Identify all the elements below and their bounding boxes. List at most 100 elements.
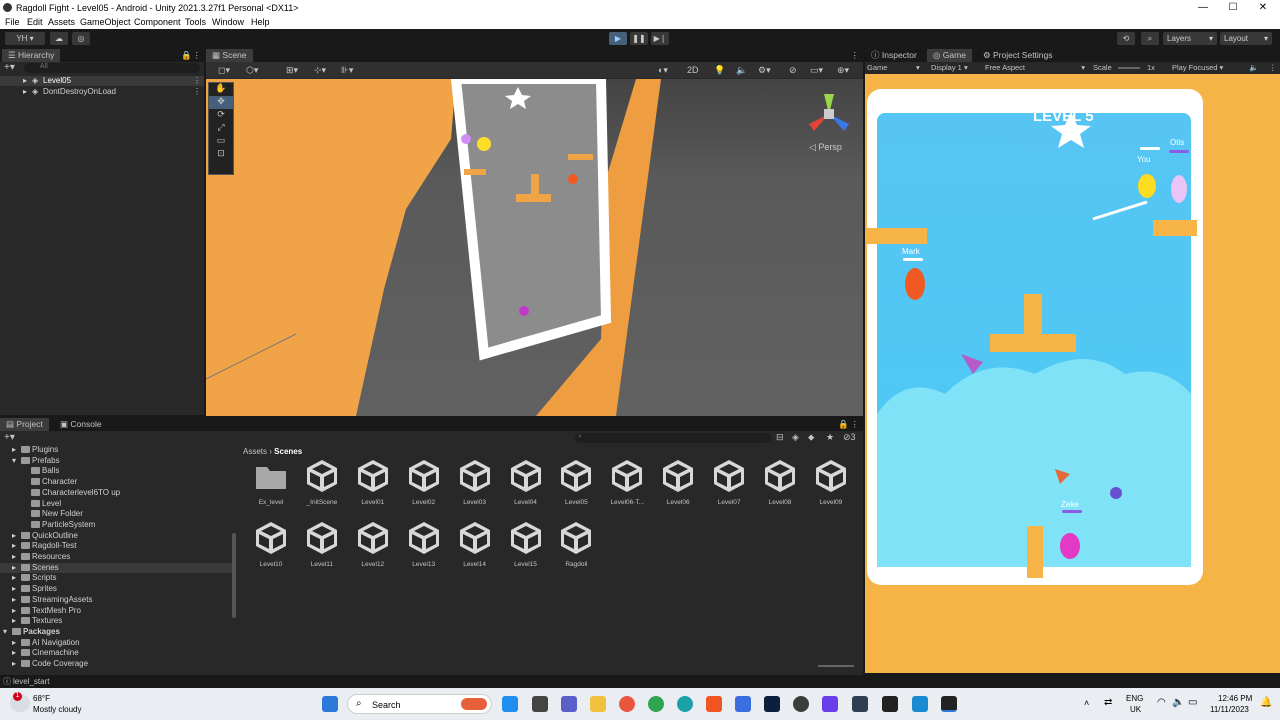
tag-icon[interactable]: ⬥ [808,432,814,443]
scene-asset[interactable]: Level03 [452,457,498,506]
notepad-icon[interactable] [912,696,928,712]
menu-tools[interactable]: Tools [185,17,206,27]
expand-arrow-icon[interactable]: ▸ [12,531,16,540]
scale-tool-icon[interactable]: ⤢ [209,122,233,135]
tree-item[interactable]: Balls [0,466,232,476]
play-focused-dropdown[interactable]: Play Focused ▾ [1172,63,1223,72]
rotate-tool-icon[interactable]: ⟳ [209,109,233,122]
expand-arrow-icon[interactable]: ▸ [23,76,27,85]
tab-hierarchy[interactable]: ☰ Hierarchy [2,49,61,62]
scene-asset[interactable]: Level01 [350,457,396,506]
kebab-menu-icon[interactable]: ⋮ [193,76,201,85]
vscode-icon[interactable] [852,696,868,712]
clock-time[interactable]: 12:46 PM [1218,694,1252,703]
scene-asset[interactable]: Level07 [706,457,752,506]
tab-scene[interactable]: ▦ Scene [206,49,253,62]
task-view-icon[interactable] [532,696,548,712]
weather-desc[interactable]: Mostly cloudy [33,705,81,714]
menu-window[interactable]: Window [212,17,244,27]
scene-asset[interactable]: Level13 [401,519,447,568]
windows-start-icon[interactable] [322,696,338,712]
filter-label-icon[interactable]: ◈ [792,432,799,443]
tree-item[interactable]: ▸ StreamingAssets [0,595,232,605]
layers-dropdown[interactable]: Layers ▾ [1163,32,1217,45]
display-dropdown[interactable]: Display 1 ▾ [931,63,968,72]
view-options-icon[interactable]: ⬡▾ [246,65,258,76]
tree-item[interactable]: ▸ Textures [0,616,232,626]
tree-item[interactable]: ▸ Resources [0,552,232,562]
language-secondary[interactable]: UK [1130,705,1141,714]
clock-date[interactable]: 11/11/2023 [1210,705,1249,714]
expand-arrow-icon[interactable]: ▸ [12,573,16,582]
shading-icon[interactable]: ◐▾ [658,65,668,76]
tab-game[interactable]: ◎ Game [927,49,972,62]
create-icon[interactable]: +▾ [4,432,15,443]
tree-item[interactable]: ▸ AI Navigation [0,638,232,648]
expand-arrow-icon[interactable]: ▸ [12,638,16,647]
menu-file[interactable]: File [5,17,20,27]
status-message[interactable]: level_start [13,677,49,686]
menu-assets[interactable]: Assets [48,17,75,27]
edge-icon[interactable] [677,696,693,712]
scene-asset[interactable]: Level08 [757,457,803,506]
gizmos-icon[interactable]: ⊕▾ [837,65,849,76]
tab-project[interactable]: ▤ Project [0,418,49,431]
menu-help[interactable]: Help [251,17,270,27]
list-item[interactable]: ▸ ◈ DontDestroyOnLoad ⋮ [0,87,204,97]
taskbar-search[interactable]: ⌕ Search [347,694,492,714]
expand-arrow-icon[interactable]: ▸ [12,616,16,625]
tree-item[interactable]: ▸ Plugins [0,445,232,455]
orientation-gizmo[interactable] [804,89,854,139]
kebab-menu-icon[interactable]: ⋮ [851,50,860,61]
close-button[interactable]: ✕ [1248,0,1278,15]
network-share-icon[interactable]: ⇄ [1104,697,1112,708]
photoshop-icon[interactable] [764,696,780,712]
tree-item[interactable]: ▸ TextMesh Pro [0,606,232,616]
tree-item[interactable]: ▸ QuickOutline [0,531,232,541]
tree-item[interactable]: Level [0,499,232,509]
teams-icon[interactable] [561,696,577,712]
scene-asset[interactable]: Level06-T... [604,457,650,506]
collab-icon[interactable]: ◎ [72,32,90,45]
expand-arrow-icon[interactable]: ▸ [12,659,16,668]
breadcrumb-assets[interactable]: Assets [243,447,267,456]
expand-arrow-icon[interactable]: ▸ [12,541,16,550]
tab-inspector[interactable]: ⓘ Inspector [865,49,923,62]
wifi-icon[interactable]: ◠ [1157,697,1166,708]
hidden-objects-icon[interactable]: ⊘ [789,65,797,76]
step-button[interactable]: ▶❘ [651,32,669,45]
unity-icon[interactable] [882,696,898,712]
minimize-button[interactable]: — [1188,0,1218,15]
expand-arrow-icon[interactable]: ▸ [12,563,16,572]
add-icon[interactable]: +▾ [4,62,15,73]
project-search-input[interactable]: ⌕ [575,433,771,443]
hierarchy-search-input[interactable]: All [24,63,200,73]
language-primary[interactable]: ENG [1126,694,1143,703]
breadcrumb-scenes[interactable]: Scenes [274,447,302,456]
unity-editor-active-icon[interactable] [941,696,957,712]
scene-asset[interactable]: Level06 [655,457,701,506]
folder-asset[interactable]: Ex_level [248,457,294,506]
menu-gameobject[interactable]: GameObject [80,17,131,27]
tree-item[interactable]: ▸ Scripts [0,573,232,583]
hidden-count-icon[interactable]: ⊘3 [843,432,856,443]
lock-icon[interactable]: 🔒 [181,50,192,61]
game-view-dropdown[interactable]: Game ▾ [867,63,920,72]
tree-item[interactable]: ▸ Cinemachine [0,648,232,658]
perspective-label[interactable]: ◁ Persp [809,142,842,153]
expand-arrow-icon[interactable]: ▸ [12,584,16,593]
hand-tool-icon[interactable]: ✋ [209,83,233,96]
expand-arrow-icon[interactable]: ▸ [23,87,27,96]
weather-temp[interactable]: 68°F [33,694,50,703]
volume-icon[interactable]: 🔈 [1172,697,1184,708]
scene-asset[interactable]: Level14 [452,519,498,568]
scene-asset[interactable]: _InitScene [299,457,345,506]
tree-item[interactable]: ▾ Prefabs [0,456,232,466]
copilot-icon[interactable] [502,696,518,712]
kebab-menu-icon[interactable]: ⋮ [193,87,201,96]
brave-icon[interactable] [706,696,722,712]
tree-item[interactable]: ▸ Sprites [0,584,232,594]
file-explorer-icon[interactable] [590,696,606,712]
scene-asset[interactable]: Level15 [503,519,549,568]
tree-item[interactable]: Character [0,477,232,487]
